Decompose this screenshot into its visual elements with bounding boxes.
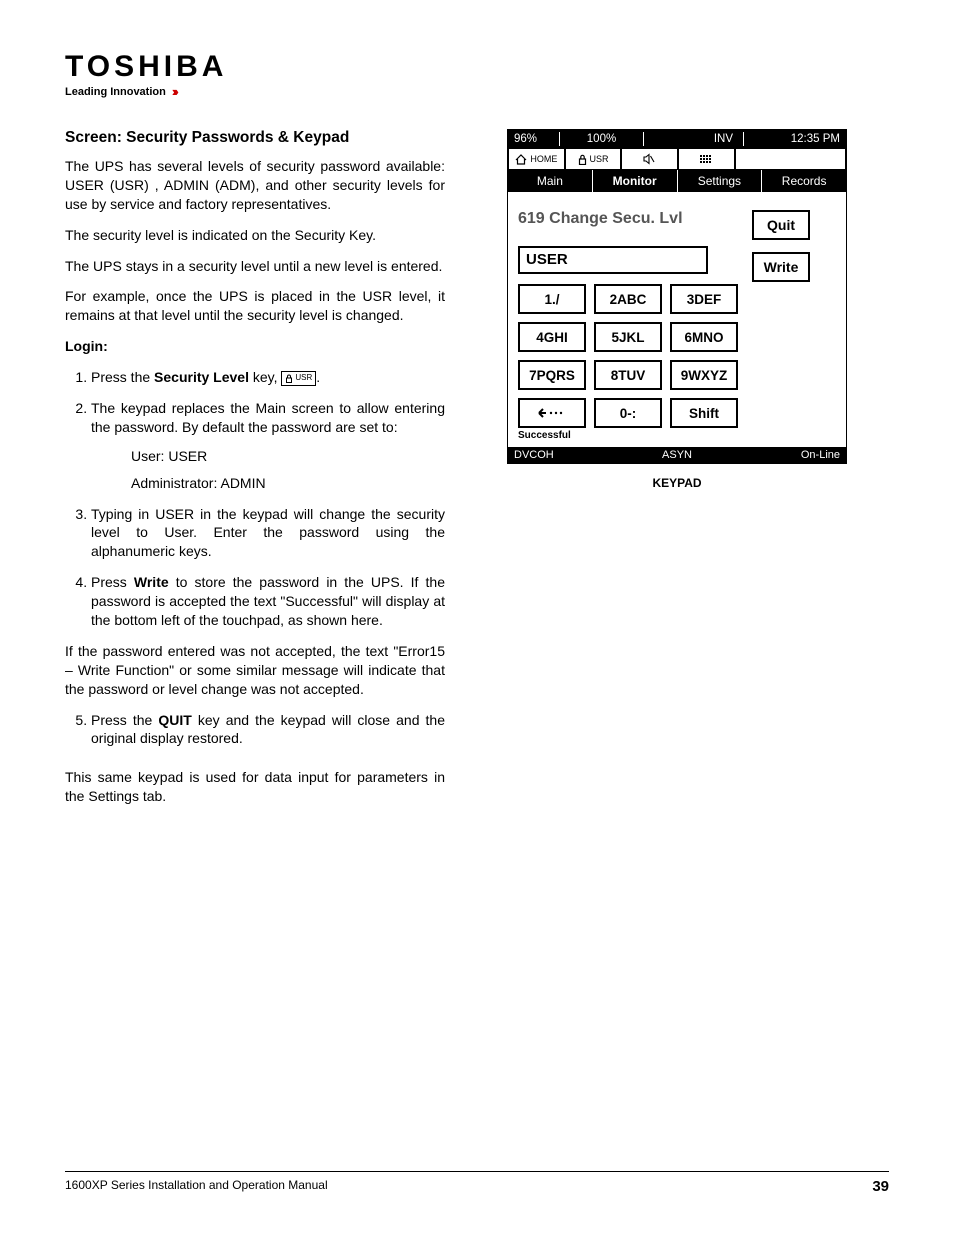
icon-toolbar: HOME USR	[508, 148, 846, 170]
status-96: 96%	[508, 132, 560, 146]
key-6[interactable]: 6MNO	[670, 322, 738, 352]
backspace-arrow-icon	[537, 407, 567, 419]
write-button[interactable]: Write	[752, 252, 810, 282]
closing-para: This same keypad is used for data input …	[65, 768, 445, 806]
page-footer: 1600XP Series Installation and Operation…	[65, 1171, 889, 1195]
brand-header: TOSHIBA Leading Innovation ›››	[65, 50, 889, 99]
body-para: For example, once the UPS is placed in t…	[65, 287, 445, 325]
default-user: User: USER	[131, 447, 445, 466]
status-bar: 96% 100% INV 12:35 PM	[508, 130, 846, 148]
toolbar-blank	[735, 148, 846, 170]
section-heading: Screen: Security Passwords & Keypad	[65, 129, 445, 147]
key-8[interactable]: 8TUV	[594, 360, 662, 390]
text-column: Screen: Security Passwords & Keypad The …	[65, 129, 445, 818]
lock-icon	[578, 154, 587, 165]
status-dvcoh: DVCOH	[508, 449, 621, 461]
error-para: If the password entered was not accepted…	[65, 642, 445, 699]
figure-caption: KEYPAD	[652, 476, 701, 490]
login-step: The keypad replaces the Main screen to a…	[91, 399, 445, 493]
body-para: The security level is indicated on the S…	[65, 226, 445, 245]
password-input[interactable]: USER	[518, 246, 708, 274]
tab-row: Main Monitor Settings Records	[508, 170, 846, 192]
footer-title: 1600XP Series Installation and Operation…	[65, 1178, 328, 1195]
key-back[interactable]	[518, 398, 586, 428]
status-100: 100%	[560, 132, 644, 146]
tab-settings[interactable]: Settings	[678, 170, 763, 192]
key-7[interactable]: 7PQRS	[518, 360, 586, 390]
login-step: Press Write to store the password in the…	[91, 573, 445, 630]
keypad-grid: 1./ 2ABC 3DEF 4GHI 5JKL 6MNO 7PQRS 8TUV …	[518, 284, 738, 428]
key-2[interactable]: 2ABC	[594, 284, 662, 314]
keypad-panel: 96% 100% INV 12:35 PM HOME USR	[507, 129, 847, 464]
status-time: 12:35 PM	[744, 132, 846, 146]
security-level-button[interactable]: USR	[565, 148, 622, 170]
key-4[interactable]: 4GHI	[518, 322, 586, 352]
keypad-button[interactable]	[678, 148, 735, 170]
brand-tagline: Leading Innovation ›››	[65, 84, 889, 99]
home-icon	[515, 154, 527, 165]
home-button[interactable]: HOME	[508, 148, 565, 170]
login-step: Press the Security Level key, USR .	[91, 368, 445, 387]
status-inv: INV	[644, 132, 744, 146]
tab-monitor[interactable]: Monitor	[593, 170, 678, 192]
key-5[interactable]: 5JKL	[594, 322, 662, 352]
body-para: The UPS has several levels of security p…	[65, 157, 445, 214]
key-3[interactable]: 3DEF	[670, 284, 738, 314]
key-0[interactable]: 0-:	[594, 398, 662, 428]
status-online: On-Line	[733, 449, 846, 461]
quit-button[interactable]: Quit	[752, 210, 810, 240]
speaker-button[interactable]	[621, 148, 678, 170]
key-shift[interactable]: Shift	[670, 398, 738, 428]
status-asyn: ASYN	[621, 449, 734, 461]
lock-icon	[285, 374, 293, 383]
key-1[interactable]: 1./	[518, 284, 586, 314]
security-level-key-icon: USR	[281, 371, 316, 386]
speaker-mute-icon	[643, 153, 656, 165]
tab-main[interactable]: Main	[508, 170, 593, 192]
brand-logo: TOSHIBA	[65, 50, 889, 84]
login-header: Login:	[65, 337, 445, 356]
status-successful: Successful	[518, 430, 738, 441]
page-number: 39	[872, 1178, 889, 1195]
chevrons-icon: ›››	[172, 84, 176, 99]
body-para: The UPS stays in a security level until …	[65, 257, 445, 276]
key-9[interactable]: 9WXYZ	[670, 360, 738, 390]
default-admin: Administrator: ADMIN	[131, 474, 445, 493]
bottom-status-bar: DVCOH ASYN On-Line	[508, 447, 846, 463]
tab-records[interactable]: Records	[762, 170, 846, 192]
login-step: Typing in USER in the keypad will change…	[91, 505, 445, 562]
login-step: Press the QUIT key and the keypad will c…	[91, 711, 445, 749]
keypad-grid-icon	[699, 154, 713, 164]
